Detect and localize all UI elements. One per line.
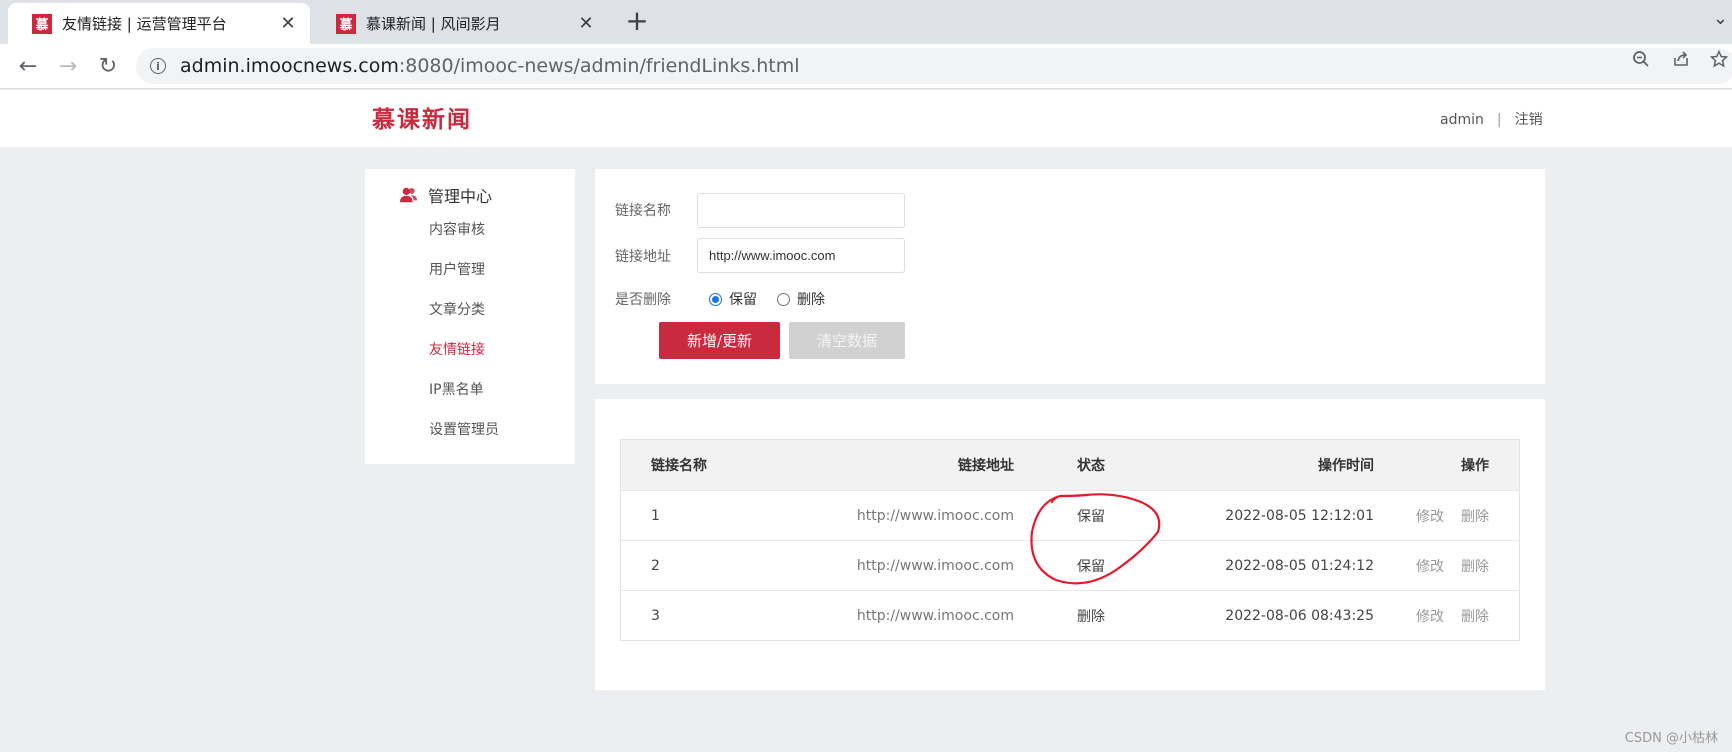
- header-operation-time: 操作时间: [1318, 458, 1374, 474]
- reload-icon[interactable]: ↻: [94, 52, 122, 80]
- info-icon[interactable]: i: [150, 58, 166, 74]
- logout-link[interactable]: 注销: [1515, 112, 1543, 128]
- back-arrow-icon[interactable]: ←: [14, 52, 42, 80]
- site-favicon-icon: 慕: [336, 13, 356, 34]
- delete-radio-label[interactable]: 删除: [797, 289, 825, 309]
- table-header-row: 链接名称 链接地址 状态 操作时间 操作: [621, 440, 1519, 490]
- users-icon: [400, 187, 418, 203]
- watermark: CSDN @小枯林: [1624, 731, 1718, 746]
- cell-link-url: http://www.imooc.com: [856, 508, 1014, 524]
- site-header: 慕课新闻 admin | 注销: [0, 90, 1732, 147]
- tab-title: 友情链接 | 运营管理平台: [62, 15, 227, 33]
- sidebar-item-article-category[interactable]: 文章分类: [429, 299, 485, 319]
- edit-link[interactable]: 修改: [1416, 606, 1444, 626]
- close-icon[interactable]: ✕: [576, 13, 596, 34]
- link-name-label: 链接名称: [615, 203, 671, 219]
- sidebar-item-friend-links[interactable]: 友情链接: [429, 339, 485, 359]
- edit-link[interactable]: 修改: [1416, 506, 1444, 526]
- table-row: 3 http://www.imooc.com 删除 2022-08-06 08:…: [621, 590, 1519, 640]
- chevron-down-icon[interactable]: ⌄: [1713, 8, 1728, 29]
- header-link-name: 链接名称: [651, 458, 707, 474]
- is-deleted-label: 是否删除: [615, 292, 671, 308]
- zoom-icon[interactable]: [1632, 50, 1650, 73]
- share-icon[interactable]: [1672, 50, 1690, 73]
- close-icon[interactable]: ✕: [278, 13, 298, 34]
- header-operations: 操作: [1461, 458, 1489, 474]
- user-area: admin | 注销: [1440, 109, 1543, 129]
- sidebar-item-ip-blacklist[interactable]: IP黑名单: [429, 379, 484, 399]
- tab-news-site[interactable]: 慕 慕课新闻 | 风间影月 ✕: [312, 3, 608, 44]
- address-bar[interactable]: i admin.imoocnews.com:8080/imooc-news/ad…: [136, 48, 1732, 84]
- cell-link-url: http://www.imooc.com: [856, 558, 1014, 574]
- username[interactable]: admin: [1440, 112, 1484, 128]
- link-name-input[interactable]: [697, 193, 905, 228]
- cell-operations: 修改 删除: [1399, 541, 1489, 591]
- cell-link-name: 1: [651, 508, 660, 524]
- header-status: 状态: [1077, 458, 1105, 474]
- url-path: :8080/imooc-news/admin/friendLinks.html: [398, 55, 800, 77]
- forward-arrow-icon[interactable]: →: [54, 52, 82, 80]
- cell-operations: 修改 删除: [1399, 591, 1489, 641]
- cell-operation-time: 2022-08-05 01:24:12: [1225, 558, 1374, 574]
- tab-title: 慕课新闻 | 风间影月: [366, 15, 501, 33]
- add-update-button[interactable]: 新增/更新: [659, 322, 780, 359]
- delete-link[interactable]: 删除: [1461, 506, 1489, 526]
- browser-toolbar: ← → ↻ i admin.imoocnews.com:8080/imooc-n…: [0, 44, 1732, 89]
- keep-radio[interactable]: [709, 292, 722, 306]
- site-logo[interactable]: 慕课新闻: [372, 100, 472, 134]
- friend-link-form: 链接名称 链接地址 http://www.imooc.com 是否删除 保留 删…: [595, 169, 1545, 384]
- delete-link[interactable]: 删除: [1461, 556, 1489, 576]
- cell-link-name: 3: [651, 608, 660, 624]
- sidebar-header: 管理中心: [400, 183, 492, 207]
- cell-status: 删除: [1077, 609, 1105, 625]
- edit-link[interactable]: 修改: [1416, 556, 1444, 576]
- bookmark-star-icon[interactable]: [1709, 49, 1729, 73]
- clear-data-button[interactable]: 清空数据: [789, 322, 905, 359]
- cell-link-url: http://www.imooc.com: [856, 608, 1014, 624]
- cell-operations: 修改 删除: [1399, 491, 1489, 541]
- new-tab-plus-icon[interactable]: +: [622, 4, 652, 37]
- tab-friend-links[interactable]: 慕 友情链接 | 运营管理平台 ✕: [8, 3, 310, 44]
- sidebar-title: 管理中心: [428, 187, 493, 206]
- red-annotation-circle: [1030, 493, 1161, 585]
- sidebar-item-user-management[interactable]: 用户管理: [429, 259, 485, 279]
- admin-sidebar: 管理中心 内容审核 用户管理 文章分类 友情链接 IP黑名单 设置管理员: [365, 169, 575, 464]
- header-separator: |: [1496, 112, 1502, 128]
- site-favicon-icon: 慕: [32, 13, 52, 34]
- sidebar-item-set-admin[interactable]: 设置管理员: [429, 419, 499, 439]
- cell-operation-time: 2022-08-05 12:12:01: [1225, 508, 1374, 524]
- delete-link[interactable]: 删除: [1461, 606, 1489, 626]
- cell-operation-time: 2022-08-06 08:43:25: [1225, 608, 1374, 624]
- header-link-url: 链接地址: [958, 458, 1014, 474]
- sidebar-item-content-review[interactable]: 内容审核: [429, 219, 485, 239]
- browser-tab-bar: 慕 友情链接 | 运营管理平台 ✕ 慕 慕课新闻 | 风间影月 ✕ + ⌄: [0, 0, 1732, 44]
- cell-link-name: 2: [651, 558, 660, 574]
- url-host: admin.imoocnews.com: [180, 55, 399, 77]
- link-url-label: 链接地址: [615, 249, 671, 265]
- keep-radio-label[interactable]: 保留: [729, 289, 757, 309]
- link-url-input[interactable]: http://www.imooc.com: [697, 238, 905, 273]
- delete-radio[interactable]: [777, 292, 790, 306]
- is-deleted-radio-group: 保留 删除: [709, 289, 845, 309]
